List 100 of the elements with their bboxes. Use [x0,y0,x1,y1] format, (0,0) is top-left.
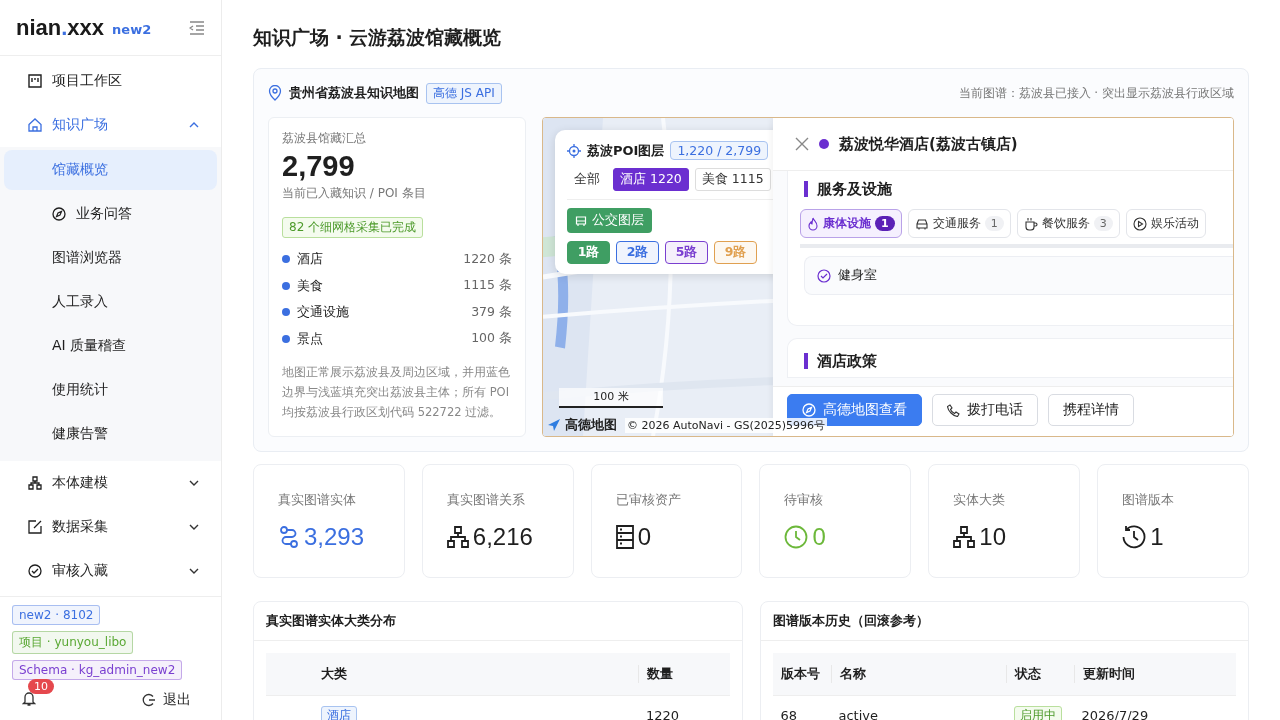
category-name: 交通设施 [297,303,350,322]
map-scale: 100 米 [559,388,663,408]
category-count: 379 条 [471,303,512,321]
chevron-down-icon [189,524,199,530]
map-title: 贵州省荔波县知识地图 [289,84,419,102]
logout-icon [142,693,156,707]
facility-tab[interactable]: 康体设施 1 [800,209,902,238]
summary-label: 荔波县馆藏汇总 [282,130,366,147]
facility-tab[interactable]: 餐饮服务 3 [1016,209,1120,238]
section-title: 服务及设施 [804,181,1233,197]
stat-value: 0 [812,523,826,551]
route-button[interactable]: 5路 [665,241,708,264]
bell-icon[interactable] [22,691,36,706]
logout-button[interactable]: 退出 [136,690,209,710]
navigation-arrow-icon [547,418,561,432]
poi-count-badge: 1,220 / 2,799 [670,141,769,160]
stat-value: 1 [1150,523,1164,551]
history-icon [1122,525,1147,549]
menu-item[interactable]: 项目工作区 [0,59,221,103]
stat-value: 3,293 [304,523,365,551]
submenu-item[interactable]: 使用统计 [4,370,217,410]
table-cell-text: 68 [779,707,799,720]
menu-item[interactable]: 知识广场 [0,103,221,147]
category-name: 景点 [297,329,324,348]
check-circle-icon [28,564,42,578]
category-name: 酒店 [297,250,324,269]
map-provider-logo: 高德地图 [565,416,617,434]
category-count: 100 条 [471,330,512,348]
board-icon [28,74,42,88]
column-header: 数量 [638,665,730,683]
page-title: 知识广场 · 云游荔波馆藏概览 [253,25,503,50]
menu-item[interactable]: 数据采集 [0,505,221,549]
target-icon [567,143,581,158]
category-filter[interactable]: 美食 1115 [694,168,771,191]
grid-status-badge: 82 个细网格采集已完成 [282,217,424,238]
link-nodes-icon [278,525,300,549]
stat-label: 待审核 [784,492,824,507]
facility-tab[interactable]: 娱乐活动 [1125,209,1206,238]
submenu-item[interactable]: 业务问答 [4,194,217,234]
stat-label: 实体大类 [953,492,1006,507]
detail-title: 荔波悦华酒店(荔波古镇店) [839,134,1018,154]
chevron-up-icon [189,122,199,128]
submenu-item[interactable]: 人工录入 [4,282,217,322]
environment-tag: new2 · 8102 [12,605,101,625]
column-header: 名称 [830,665,1006,683]
stat-value: 10 [979,523,1007,551]
table-cell-text: 2026/7/29 [1080,707,1150,720]
stat-label: 已审核资产 [615,492,681,507]
summary-total: 2,799 [282,150,355,183]
menu-item[interactable]: 审核入藏 [0,549,221,593]
section-title: 酒店政策 [804,353,1233,369]
stat-value: 0 [637,523,651,551]
environment-tag: 项目 · yunyou_libo [12,631,134,654]
api-badge: 高德 JS API [426,82,502,104]
card-title: 图谱版本历史（回滚参考） [760,602,1248,641]
logo: nian.xxx [16,14,105,41]
map-status-note: 当前图谱：荔波县已接入 · 突出显示荔波县行政区域 [958,84,1234,102]
category-tag: 酒店 [321,705,357,720]
flame-icon [807,216,819,231]
call-button[interactable]: 拨打电话 [932,394,1038,426]
facility-item: 健身室 [804,256,1233,295]
hierarchy-icon [953,526,976,548]
submenu-item[interactable]: 图谱浏览器 [4,238,217,278]
hierarchy-icon [28,476,42,490]
submenu-item[interactable]: 馆藏概览 [4,150,217,190]
column-header: 状态 [1005,665,1074,683]
category-filter[interactable]: 全部 [567,168,607,191]
home-icon [28,118,42,132]
category-count: 1115 条 [463,277,512,295]
clock-icon [784,525,809,549]
facility-tab[interactable]: 交通服务 1 [907,209,1011,238]
chevron-down-icon [189,568,199,574]
submenu-item[interactable]: AI 质量稽查 [4,326,217,366]
stat-label: 真实图谱关系 [446,492,525,507]
summary-subtitle: 当前已入藏知识 / POI 条目 [282,185,426,202]
category-count: 1220 条 [463,250,512,268]
stat-label: 真实图谱实体 [278,492,356,507]
hierarchy-icon [446,526,469,548]
route-button[interactable]: 2路 [616,241,659,264]
table-cell-text: 1220 [645,707,681,720]
category-filter[interactable]: 酒店 1220 [613,168,689,191]
compass-icon [52,207,66,221]
poi-layer-title: 荔波POI图层 [587,141,665,160]
car-icon [914,217,929,230]
details-button[interactable]: 携程详情 [1048,394,1134,426]
close-icon[interactable] [795,137,809,151]
collapse-menu-icon[interactable] [189,20,205,35]
location-pin-icon [268,85,282,101]
submenu-item[interactable]: 健康告警 [4,414,217,454]
card-title: 真实图谱实体大类分布 [254,602,742,641]
play-circle-icon [1132,216,1147,231]
category-name: 美食 [297,276,324,295]
chevron-down-icon [189,480,199,486]
column-header: 大类 [320,665,348,683]
summary-note: 地图正常展示荔波县及周边区域，并用蓝色边界与浅蓝填充突出荔波县主体；所有 POI 均按荔波县行政区划代码 522722 过滤。 [282,364,511,421]
column-header: 版本号 [779,665,821,683]
status-tag: 启用中 [1013,705,1062,720]
column-header: 更新时间 [1073,665,1236,683]
menu-item[interactable]: 本体建模 [0,461,221,505]
server-icon [615,525,634,549]
